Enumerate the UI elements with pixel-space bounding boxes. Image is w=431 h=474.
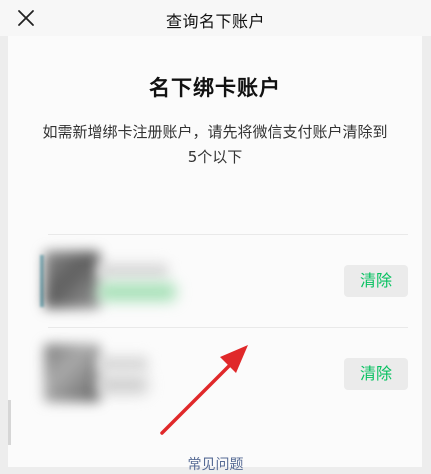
scroll-indicator [8,400,11,445]
account-row: 清除 [38,328,408,420]
account-detail-redacted [98,283,176,301]
description-text: 如需新增绑卡注册账户，请先将微信支付账户清除到5个以下 [42,123,388,166]
account-detail-redacted [98,376,148,394]
account-list: 清除 清除 [38,234,408,420]
account-row: 清除 [38,235,408,327]
avatar [44,251,100,309]
clear-button[interactable]: 清除 [344,265,408,297]
avatar [44,344,100,402]
account-name-redacted [98,263,168,279]
main-card: 名下绑卡账户 如需新增绑卡注册账户，请先将微信支付账户清除到5个以下 清除 清除 [8,36,422,467]
faq-link[interactable]: 常见问题 [0,454,431,474]
clear-button[interactable]: 清除 [344,358,408,390]
top-navigation-bar: 查询名下账户 [0,0,431,36]
page-title: 查询名下账户 [165,12,265,31]
account-name-redacted [98,356,148,372]
section-heading: 名下绑卡账户 [149,76,281,100]
